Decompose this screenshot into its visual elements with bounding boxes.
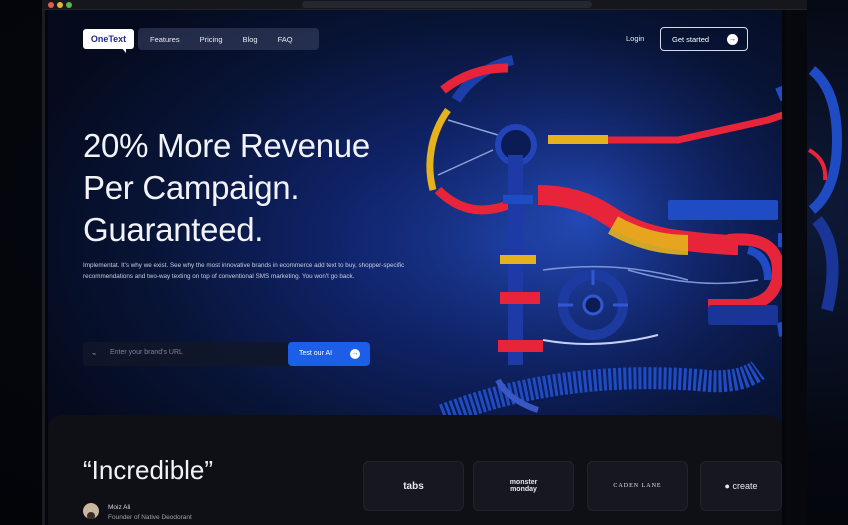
testimonial-quote: “Incredible” <box>83 455 214 485</box>
testimonial-section: “Incredible” Moiz Ali Founder of Native … <box>48 415 782 525</box>
browser-window: OneText Features Pricing Blog FAQ Login … <box>0 0 848 525</box>
brand-logo-caden-lane: CADEN LANE <box>587 461 688 511</box>
background-illustration <box>807 66 843 312</box>
url-form: ⌁ Enter your brand's URL Test our AI → <box>83 342 370 366</box>
device-bezel <box>785 10 807 525</box>
website: OneText Features Pricing Blog FAQ Login … <box>48 10 782 525</box>
url-input[interactable]: Enter your brand's URL <box>110 349 183 356</box>
main-nav: Features Pricing Blog FAQ <box>138 28 319 50</box>
maximize-window-icon[interactable] <box>66 2 72 8</box>
nav-link-faq[interactable]: FAQ <box>278 35 293 44</box>
headline-line-1: 20% More Revenue <box>83 127 370 164</box>
device-frame: OneText Features Pricing Blog FAQ Login … <box>42 10 807 525</box>
arrow-right-icon: → <box>350 349 360 359</box>
address-bar[interactable] <box>302 1 592 8</box>
logo[interactable]: OneText <box>83 29 134 53</box>
avatar <box>83 503 99 519</box>
brand-logo-create: ● create <box>700 461 782 511</box>
test-ai-button[interactable]: Test our AI → <box>288 342 370 366</box>
hero-headline: 20% More Revenue Per Campaign. Guarantee… <box>83 125 423 251</box>
nav-link-features[interactable]: Features <box>150 35 180 44</box>
close-window-icon[interactable] <box>48 2 54 8</box>
brand-logo-monster-monday: monster monday <box>473 461 574 511</box>
get-started-label: Get started <box>672 34 710 44</box>
testimonial-role: Founder of Native Deodorant <box>108 514 192 521</box>
browser-toolbar <box>42 0 807 10</box>
headline-line-3: Guaranteed. <box>83 211 264 248</box>
nav-link-blog[interactable]: Blog <box>243 35 258 44</box>
arrow-right-icon: → <box>727 34 738 45</box>
brand-logo-tabs: tabs <box>363 461 464 511</box>
nav-link-pricing[interactable]: Pricing <box>200 35 223 44</box>
get-started-button[interactable]: Get started → <box>660 27 748 51</box>
login-link[interactable]: Login <box>626 34 644 43</box>
headline-line-2: Per Campaign. <box>83 169 300 206</box>
minimize-window-icon[interactable] <box>57 2 63 8</box>
hero-illustration <box>378 40 782 435</box>
test-ai-label: Test our AI <box>299 350 333 357</box>
testimonial-name: Moiz Ali <box>108 504 131 511</box>
hero-subtext: Implementat. It's why we exist. See why … <box>83 262 405 280</box>
link-icon: ⌁ <box>92 351 97 358</box>
